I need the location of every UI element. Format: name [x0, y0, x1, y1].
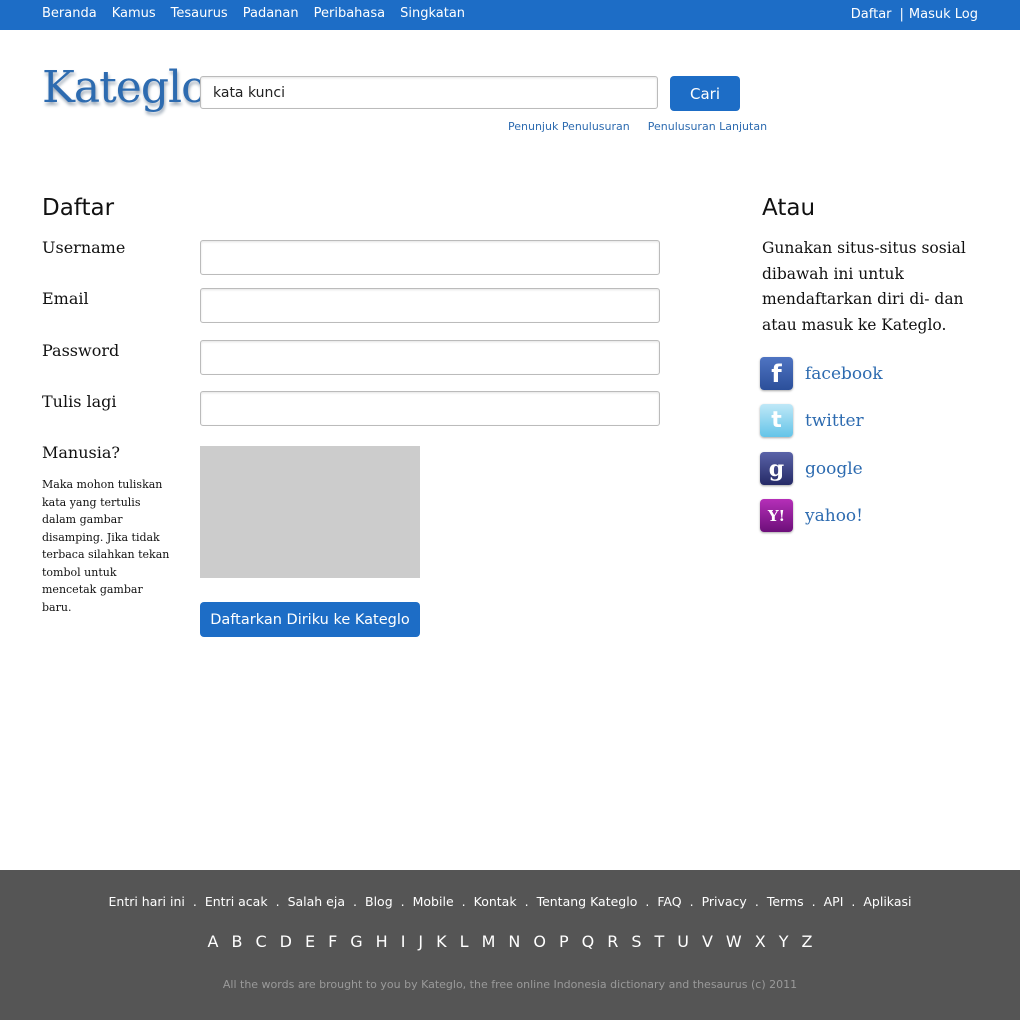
- yahoo-label: yahoo!: [805, 505, 863, 526]
- advanced-search-link[interactable]: Penulusuran Lanjutan: [648, 120, 767, 133]
- footer-separator: .: [645, 894, 650, 909]
- alphabet-letter-g[interactable]: G: [350, 932, 362, 951]
- top-navbar: Beranda Kamus Tesaurus Padanan Peribahas…: [0, 0, 1020, 30]
- alphabet-letter-t[interactable]: T: [654, 932, 664, 951]
- footer-link-entri-hari-ini[interactable]: Entri hari ini: [109, 894, 185, 909]
- nav-padanan[interactable]: Padanan: [243, 6, 299, 21]
- username-label: Username: [42, 238, 126, 257]
- alphabet-letter-j[interactable]: J: [418, 932, 423, 951]
- footer-separator: .: [192, 894, 197, 909]
- footer-link-kontak[interactable]: Kontak: [474, 894, 517, 909]
- facebook-login-link[interactable]: f facebook: [760, 357, 883, 390]
- register-heading: Daftar: [42, 195, 115, 221]
- alphabet-letter-d[interactable]: D: [280, 932, 292, 951]
- footer-link-api[interactable]: API: [824, 894, 844, 909]
- alphabet-letter-f[interactable]: F: [328, 932, 337, 951]
- alphabet-letter-y[interactable]: Y: [779, 932, 789, 951]
- alphabet-letter-i[interactable]: I: [401, 932, 406, 951]
- footer-separator: .: [400, 894, 405, 909]
- alphabet-index: A B C D E F G H I J K L M N O P Q R S T …: [0, 932, 1020, 951]
- twitter-label: twitter: [805, 410, 864, 431]
- alphabet-letter-l[interactable]: L: [460, 932, 469, 951]
- twitter-icon: t: [760, 404, 793, 437]
- copyright-text: All the words are brought to you by Kate…: [222, 978, 798, 991]
- footer-link-terms[interactable]: Terms: [767, 894, 804, 909]
- search-button[interactable]: Cari: [670, 76, 740, 111]
- social-heading: Atau: [762, 195, 816, 221]
- footer-link-tentang[interactable]: Tentang Kateglo: [537, 894, 638, 909]
- facebook-icon: f: [760, 357, 793, 390]
- email-field[interactable]: [200, 288, 660, 323]
- facebook-label: facebook: [805, 363, 883, 384]
- login-link[interactable]: Masuk Log: [909, 7, 978, 22]
- google-icon: g: [760, 452, 793, 485]
- alphabet-letter-e[interactable]: E: [305, 932, 315, 951]
- nav-kamus[interactable]: Kamus: [112, 6, 156, 21]
- alphabet-letter-k[interactable]: K: [436, 932, 447, 951]
- footer-link-faq[interactable]: FAQ: [657, 894, 681, 909]
- alphabet-letter-s[interactable]: S: [631, 932, 641, 951]
- register-submit-button[interactable]: Daftarkan Diriku ke Kateglo: [200, 602, 420, 637]
- footer-separator: .: [524, 894, 529, 909]
- footer-link-privacy[interactable]: Privacy: [702, 894, 747, 909]
- yahoo-login-link[interactable]: Y! yahoo!: [760, 499, 863, 532]
- nav-singkatan[interactable]: Singkatan: [400, 6, 465, 21]
- footer-separator: .: [851, 894, 856, 909]
- username-field[interactable]: [200, 240, 660, 275]
- email-label: Email: [42, 289, 89, 308]
- nav-tesaurus[interactable]: Tesaurus: [171, 6, 228, 21]
- footer-link-mobile[interactable]: Mobile: [413, 894, 454, 909]
- alphabet-letter-a[interactable]: A: [208, 932, 219, 951]
- alphabet-letter-c[interactable]: C: [255, 932, 266, 951]
- top-nav-links: Beranda Kamus Tesaurus Padanan Peribahas…: [42, 6, 480, 21]
- password-field[interactable]: [200, 340, 660, 375]
- twitter-login-link[interactable]: t twitter: [760, 404, 864, 437]
- footer-separator: .: [353, 894, 357, 909]
- social-description: Gunakan situs-situs sosial dibawah ini u…: [762, 239, 966, 335]
- google-login-link[interactable]: g google: [760, 452, 863, 485]
- footer-separator: .: [754, 894, 759, 909]
- password-label: Password: [42, 341, 120, 360]
- repeat-password-label: Tulis lagi: [42, 392, 117, 411]
- captcha-label: Manusia?: [42, 443, 120, 462]
- yahoo-icon: Y!: [760, 499, 793, 532]
- alphabet-letter-w[interactable]: W: [726, 932, 742, 951]
- captcha-image[interactable]: [200, 446, 420, 578]
- search-guide-link[interactable]: Penunjuk Penulusuran: [508, 120, 630, 133]
- alphabet-letter-v[interactable]: V: [702, 932, 713, 951]
- alphabet-letter-z[interactable]: Z: [802, 932, 813, 951]
- alphabet-letter-m[interactable]: M: [482, 932, 496, 951]
- alphabet-letter-u[interactable]: U: [677, 932, 689, 951]
- footer-separator: .: [461, 894, 466, 909]
- footer-links: Entri hari ini . Entri acak . Salah eja …: [0, 894, 1020, 909]
- alphabet-letter-q[interactable]: Q: [582, 932, 595, 951]
- alphabet-letter-x[interactable]: X: [755, 932, 766, 951]
- register-link[interactable]: Daftar: [851, 7, 892, 22]
- account-links: Daftar | Masuk Log: [851, 7, 978, 22]
- footer-link-blog[interactable]: Blog: [365, 894, 393, 909]
- footer-separator: .: [811, 894, 816, 909]
- search-input[interactable]: [200, 76, 658, 109]
- repeat-password-field[interactable]: [200, 391, 660, 426]
- alphabet-letter-h[interactable]: H: [376, 932, 388, 951]
- alphabet-letter-r[interactable]: R: [607, 932, 618, 951]
- alphabet-letter-n[interactable]: N: [508, 932, 520, 951]
- account-separator: |: [899, 7, 904, 22]
- footer-link-salah-eja[interactable]: Salah eja: [288, 894, 345, 909]
- footer-link-entri-acak[interactable]: Entri acak: [205, 894, 268, 909]
- footer-separator: .: [689, 894, 694, 909]
- alphabet-letter-b[interactable]: B: [231, 932, 242, 951]
- footer-link-aplikasi[interactable]: Aplikasi: [863, 894, 911, 909]
- google-label: google: [805, 458, 863, 479]
- site-logo[interactable]: Kateglo: [42, 62, 208, 113]
- footer: Entri hari ini . Entri acak . Salah eja …: [0, 870, 1020, 1020]
- nav-peribahasa[interactable]: Peribahasa: [314, 6, 386, 21]
- alphabet-letter-p[interactable]: P: [559, 932, 569, 951]
- footer-separator: .: [275, 894, 280, 909]
- search-help-links: Penunjuk Penulusuran Penulusuran Lanjuta…: [508, 120, 767, 133]
- nav-beranda[interactable]: Beranda: [42, 6, 97, 21]
- captcha-help-text: Maka mohon tuliskan kata yang tertulis d…: [42, 478, 170, 614]
- alphabet-letter-o[interactable]: O: [533, 932, 546, 951]
